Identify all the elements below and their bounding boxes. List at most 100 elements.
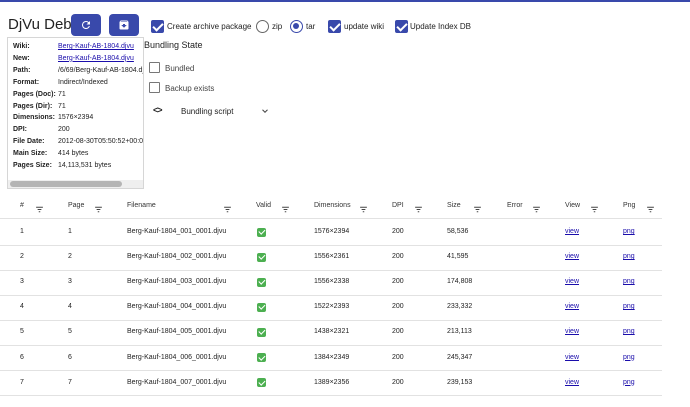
info-value: 1576×2394 xyxy=(58,114,94,122)
row-divider xyxy=(0,344,662,346)
column-header-filename[interactable]: Filename xyxy=(127,202,156,209)
info-value-link[interactable]: Berg-Kauf-AB-1804.djvu xyxy=(58,55,134,62)
info-panel-scrollbar[interactable] xyxy=(8,180,143,188)
info-value: 200 xyxy=(58,126,70,134)
cell-num: 3 xyxy=(20,278,24,286)
filter-icon[interactable] xyxy=(590,201,599,219)
view-link[interactable]: view xyxy=(565,354,579,361)
info-key: Path: xyxy=(13,66,31,74)
info-key: Dimensions: xyxy=(13,114,56,122)
backup-exists-label: Backup exists xyxy=(165,84,215,93)
cell-page: 5 xyxy=(68,328,72,336)
info-value: 71 xyxy=(58,102,66,110)
cell-num: 4 xyxy=(20,303,24,311)
cell-dimensions: 1389×2356 xyxy=(314,378,350,386)
scrollbar-thumb[interactable] xyxy=(10,181,122,187)
column-header-dpi[interactable]: DPI xyxy=(392,202,404,209)
backup-exists-checkbox[interactable] xyxy=(149,82,160,93)
cell-size: 41,595 xyxy=(447,253,469,261)
filter-icon[interactable] xyxy=(414,201,423,219)
view-link[interactable]: view xyxy=(565,328,579,335)
info-value-link[interactable]: Berg-Kauf-AB-1804.djvu xyxy=(58,43,134,50)
cell-dpi: 200 xyxy=(392,378,404,386)
cell-page: 7 xyxy=(68,378,72,386)
info-key: File Date: xyxy=(13,138,45,146)
valid-check-icon xyxy=(257,227,266,237)
filter-icon[interactable] xyxy=(532,201,541,219)
column-header-page[interactable]: Page xyxy=(68,202,84,209)
cell-size: 239,153 xyxy=(447,378,473,386)
filter-icon[interactable] xyxy=(94,201,103,219)
column-header-num[interactable]: # xyxy=(20,202,24,209)
code-icon: <> xyxy=(153,105,162,115)
view-link[interactable]: view xyxy=(565,379,579,386)
update-wiki-checkbox[interactable] xyxy=(328,20,341,33)
info-key: Pages (Doc): xyxy=(13,90,56,98)
top-accent-bar xyxy=(0,0,690,2)
valid-check-icon xyxy=(257,353,266,362)
cell-filename: Berg-Kauf-1804_005_0001.djvu xyxy=(127,328,227,336)
column-header-dimensions[interactable]: Dimensions xyxy=(314,202,351,209)
column-header-valid[interactable]: Valid xyxy=(256,202,271,209)
row-divider xyxy=(0,370,662,371)
valid-check-icon xyxy=(257,302,266,312)
file-info-panel: Wiki: Berg-Kauf-AB-1804.djvu New: Berg-Kauf… xyxy=(7,37,144,189)
cell-dimensions: 1556×2361 xyxy=(314,253,350,261)
column-header-view[interactable]: View xyxy=(565,202,580,209)
filter-icon[interactable] xyxy=(223,201,232,219)
tar-label: tar xyxy=(306,22,316,31)
archive-icon xyxy=(119,20,129,30)
chevron-down-icon[interactable] xyxy=(260,106,270,116)
png-link[interactable]: png xyxy=(623,328,635,335)
cell-size: 233,332 xyxy=(447,303,473,311)
bundling-script-select[interactable]: Bundling script xyxy=(181,107,233,116)
row-divider xyxy=(0,395,662,397)
filter-icon[interactable] xyxy=(646,201,655,219)
filter-icon[interactable] xyxy=(473,201,482,219)
cell-page: 1 xyxy=(68,228,72,235)
png-link[interactable]: png xyxy=(623,253,635,260)
cell-page: 6 xyxy=(68,353,72,361)
bundled-checkbox[interactable] xyxy=(149,62,160,73)
view-link[interactable]: view xyxy=(565,303,579,310)
refresh-button[interactable] xyxy=(71,14,101,36)
info-key: New: xyxy=(13,54,30,62)
info-key: Wiki: xyxy=(13,43,30,50)
info-value: 71 xyxy=(58,90,66,98)
view-link[interactable]: view xyxy=(565,228,579,235)
filter-icon[interactable] xyxy=(35,201,44,219)
cell-filename: Berg-Kauf-1804_002_0001.djvu xyxy=(127,253,227,261)
png-link[interactable]: png xyxy=(623,379,635,386)
filter-icon[interactable] xyxy=(281,201,290,219)
header-divider xyxy=(0,218,662,219)
info-key: Pages (Dir): xyxy=(13,102,53,110)
png-link[interactable]: png xyxy=(623,228,635,235)
column-header-png[interactable]: Png xyxy=(623,202,635,209)
column-header-size[interactable]: Size xyxy=(447,202,461,209)
archive-button[interactable] xyxy=(109,14,139,36)
cell-dimensions: 1522×2393 xyxy=(314,303,350,311)
update-index-checkbox[interactable] xyxy=(395,20,408,33)
cell-dimensions: 1438×2321 xyxy=(314,328,350,336)
png-link[interactable]: png xyxy=(623,278,635,285)
valid-check-icon xyxy=(257,378,266,388)
valid-check-icon xyxy=(257,277,266,287)
cell-dpi: 200 xyxy=(392,228,404,235)
filter-icon[interactable] xyxy=(359,201,368,219)
info-value: Indirect/Indexed xyxy=(58,78,108,86)
view-link[interactable]: view xyxy=(565,278,579,285)
cell-dimensions: 1556×2338 xyxy=(314,278,350,286)
cell-dimensions: 1576×2394 xyxy=(314,228,350,235)
png-link[interactable]: png xyxy=(623,303,635,310)
valid-check-icon xyxy=(257,327,266,337)
cell-filename: Berg-Kauf-1804_003_0001.djvu xyxy=(127,278,227,286)
create-archive-checkbox[interactable] xyxy=(151,20,164,33)
column-header-error[interactable]: Error xyxy=(507,202,523,209)
zip-radio[interactable] xyxy=(256,20,269,33)
png-link[interactable]: png xyxy=(623,354,635,361)
cell-dpi: 200 xyxy=(392,303,404,311)
view-link[interactable]: view xyxy=(565,253,579,260)
cell-num: 2 xyxy=(20,253,24,261)
info-key: Format: xyxy=(13,78,40,86)
tar-radio[interactable] xyxy=(290,20,303,33)
